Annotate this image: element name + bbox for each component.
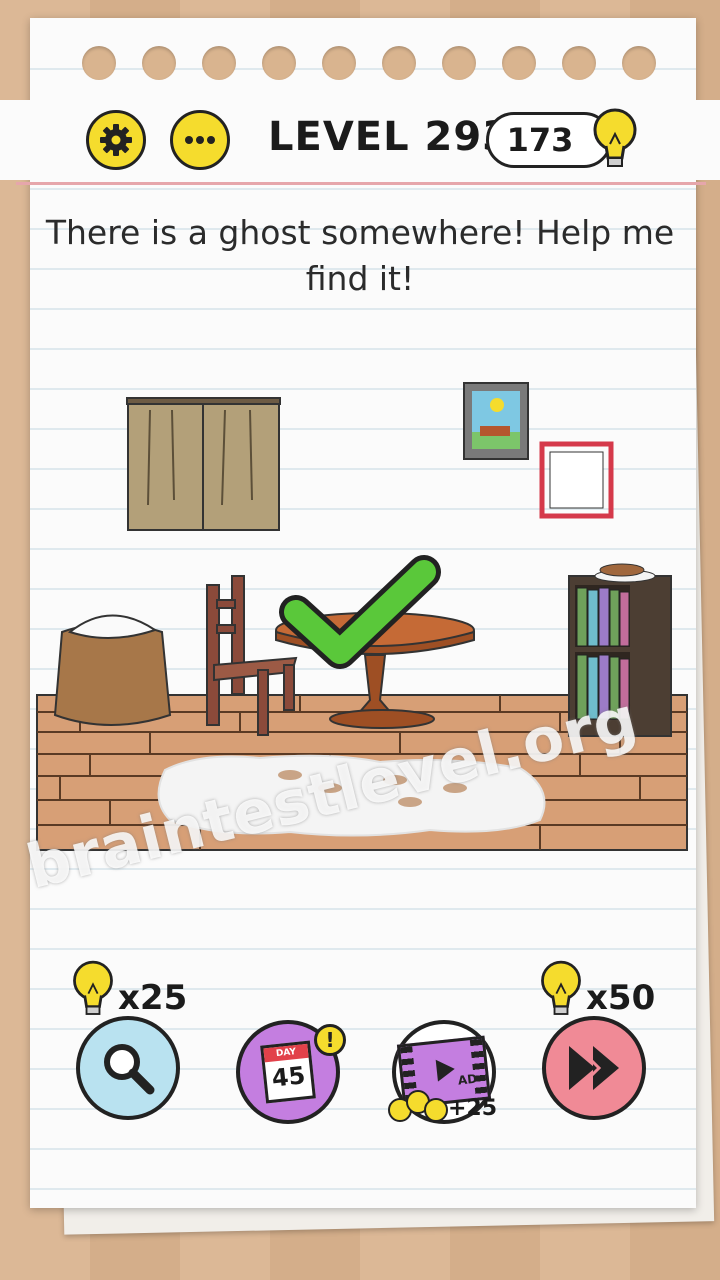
calendar-day-number: 45 (270, 1061, 307, 1093)
empty-frame (539, 441, 614, 519)
skip-icon (569, 1046, 619, 1090)
hint-cost: x25 (118, 978, 188, 1018)
search-icon (104, 1044, 155, 1095)
skip-level-button[interactable] (542, 1016, 646, 1120)
hint-button[interactable] (76, 1016, 180, 1120)
curtain (126, 397, 281, 531)
calendar-icon: DAY 45 (260, 1040, 316, 1104)
flour-sack (53, 614, 172, 726)
skip-cost: x50 (586, 978, 656, 1018)
daily-badge: ! (314, 1024, 346, 1056)
lightbulb-bundle-icon (388, 1090, 448, 1122)
ad-reward: +25 (448, 1096, 498, 1121)
picture-frame (463, 382, 529, 460)
lightbulb-icon (541, 960, 581, 1015)
ad-label: AD (457, 1071, 478, 1088)
lightbulb-icon (73, 960, 113, 1015)
